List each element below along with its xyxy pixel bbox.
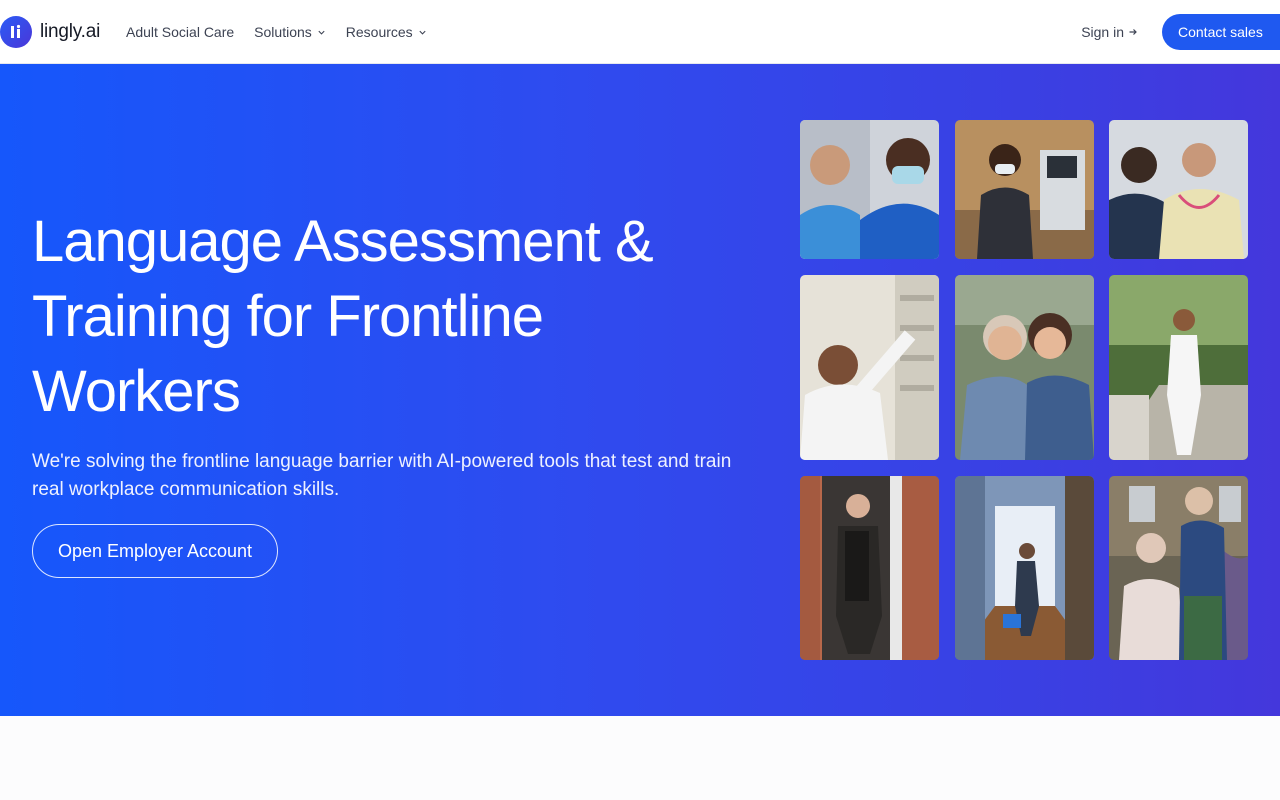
below-fold-section [0, 716, 1280, 800]
photo-doctor-steps [1109, 275, 1248, 460]
photo-elderly-couple-garden [1109, 476, 1248, 660]
nav-link-label: Adult Social Care [126, 24, 235, 40]
main-menu: Adult Social Care Solutions Resources [126, 0, 427, 64]
photo-pharmacy-worker [800, 275, 939, 460]
arrow-right-icon [1129, 29, 1137, 35]
photo-clinician-equipment [955, 120, 1094, 259]
lingly-logo-icon [0, 16, 32, 48]
sign-in-label: Sign in [1081, 24, 1124, 40]
hero-title: Language Assessment & Training for Front… [32, 209, 654, 424]
chevron-down-icon [318, 30, 325, 35]
contact-sales-button[interactable]: Contact sales [1162, 14, 1280, 50]
nav-link-adult-social-care[interactable]: Adult Social Care [126, 24, 234, 40]
nav-link-solutions[interactable]: Solutions [254, 24, 326, 40]
photo-cleaner-hallway [955, 476, 1094, 660]
open-employer-account-button[interactable]: Open Employer Account [32, 524, 278, 578]
hero-subtitle: We're solving the frontline language bar… [32, 451, 732, 500]
photo-elderly-man-doorway [800, 476, 939, 660]
brand-name: lingly.ai [40, 21, 101, 42]
nav-link-label: Resources [345, 24, 413, 40]
nav-link-resources[interactable]: Resources [346, 24, 427, 40]
chevron-down-icon [419, 30, 426, 35]
brand-logo[interactable]: lingly.ai [0, 16, 100, 48]
top-navigation: lingly.ai Adult Social Care Solutions Re… [0, 0, 1280, 64]
photo-elderly-woman-hug [955, 275, 1094, 460]
nav-link-label: Solutions [254, 24, 312, 40]
hero-section: Language Assessment & Training for Front… [0, 64, 1280, 716]
photo-caregiver-masked [800, 120, 939, 259]
photo-nurse-patient [1109, 120, 1248, 259]
nav-actions: Sign in Contact sales [1081, 14, 1280, 50]
sign-in-link[interactable]: Sign in [1081, 24, 1138, 40]
